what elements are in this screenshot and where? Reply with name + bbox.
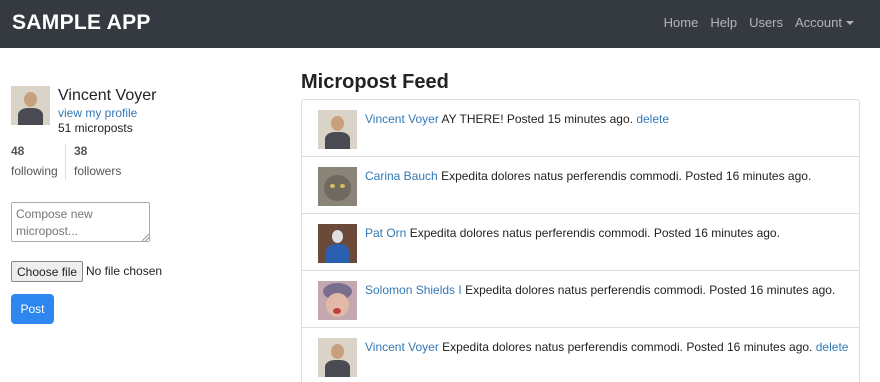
nav-account-dropdown[interactable]: Account (795, 15, 854, 30)
micropost-feed: Vincent Voyer AY THERE! Posted 15 minute… (301, 99, 860, 382)
feed-timestamp: Posted 16 minutes ago. (686, 340, 813, 354)
file-status-text: No file chosen (86, 264, 163, 278)
feed-item-text: Solomon Shields I Expedita dolores natus… (365, 283, 835, 297)
feed-item-text: Carina Bauch Expedita dolores natus perf… (365, 169, 811, 183)
followers-stat[interactable]: 38 followers (74, 144, 121, 178)
feed-timestamp: Posted 16 minutes ago. (653, 226, 780, 240)
child-avatar-icon[interactable] (318, 281, 357, 320)
feed-item: Vincent Voyer Expedita dolores natus per… (302, 328, 859, 382)
stat-divider (65, 144, 66, 180)
feed-user-link[interactable]: Solomon Shields I (365, 283, 462, 297)
nav-help-link[interactable]: Help (710, 15, 737, 30)
followers-count: 38 (74, 144, 88, 158)
feed-content: AY THERE! (441, 112, 504, 126)
nav-home-link[interactable]: Home (664, 15, 699, 30)
man-avatar-icon[interactable] (11, 86, 50, 125)
feed-item-text: Vincent Voyer AY THERE! Posted 15 minute… (365, 112, 669, 126)
resize-grip-icon[interactable] (142, 234, 149, 241)
feed-item-text: Pat Orn Expedita dolores natus perferend… (365, 226, 780, 240)
feed-user-link[interactable]: Vincent Voyer (365, 112, 439, 126)
feed-user-link[interactable]: Vincent Voyer (365, 340, 439, 354)
brand-logo[interactable]: SAMPLE APP (12, 11, 151, 35)
feed-user-link[interactable]: Carina Bauch (365, 169, 438, 183)
person-blue-avatar-icon[interactable] (318, 224, 357, 263)
nav-users-link[interactable]: Users (749, 15, 783, 30)
post-button[interactable]: Post (11, 294, 54, 324)
feed-content: Expedita dolores natus perferendis commo… (409, 226, 651, 240)
delete-link[interactable]: delete (636, 112, 669, 126)
following-label: following (11, 164, 58, 178)
caret-down-icon (846, 20, 854, 25)
profile-name: Vincent Voyer (58, 87, 157, 104)
follow-stats: 48 following 38 followers (11, 144, 161, 180)
compose-micropost-textarea[interactable] (11, 202, 150, 242)
delete-link[interactable]: delete (816, 340, 849, 354)
man-avatar-icon[interactable] (318, 110, 357, 149)
feed-item: Solomon Shields I Expedita dolores natus… (302, 271, 859, 328)
feed-content: Expedita dolores natus perferendis commo… (465, 283, 706, 297)
man-avatar-icon[interactable] (318, 338, 357, 377)
feed-title: Micropost Feed (301, 71, 449, 93)
feed-item: Pat Orn Expedita dolores natus perferend… (302, 214, 859, 271)
feed-content: Expedita dolores natus perferendis commo… (441, 169, 682, 183)
micropost-count: 51 microposts (58, 121, 133, 135)
feed-timestamp: Posted 16 minutes ago. (685, 169, 812, 183)
navbar: SAMPLE APP Home Help Users Account (0, 0, 880, 48)
following-count: 48 (11, 144, 25, 158)
feed-content: Expedita dolores natus perferendis commo… (442, 340, 683, 354)
choose-file-button[interactable]: Choose file (11, 261, 84, 282)
feed-timestamp: Posted 16 minutes ago. (709, 283, 836, 297)
cat-avatar-icon[interactable] (318, 167, 357, 206)
feed-timestamp: Posted 15 minutes ago. (506, 112, 633, 126)
feed-item-text: Vincent Voyer Expedita dolores natus per… (365, 340, 848, 354)
view-profile-link[interactable]: view my profile (58, 106, 137, 120)
feed-item: Vincent Voyer AY THERE! Posted 15 minute… (302, 100, 859, 157)
followers-label: followers (74, 164, 122, 178)
following-stat[interactable]: 48 following (11, 144, 58, 178)
feed-item: Carina Bauch Expedita dolores natus perf… (302, 157, 859, 214)
feed-user-link[interactable]: Pat Orn (365, 226, 406, 240)
nav-account-label: Account (795, 15, 842, 30)
nav-links: Home Help Users Account (664, 15, 854, 30)
